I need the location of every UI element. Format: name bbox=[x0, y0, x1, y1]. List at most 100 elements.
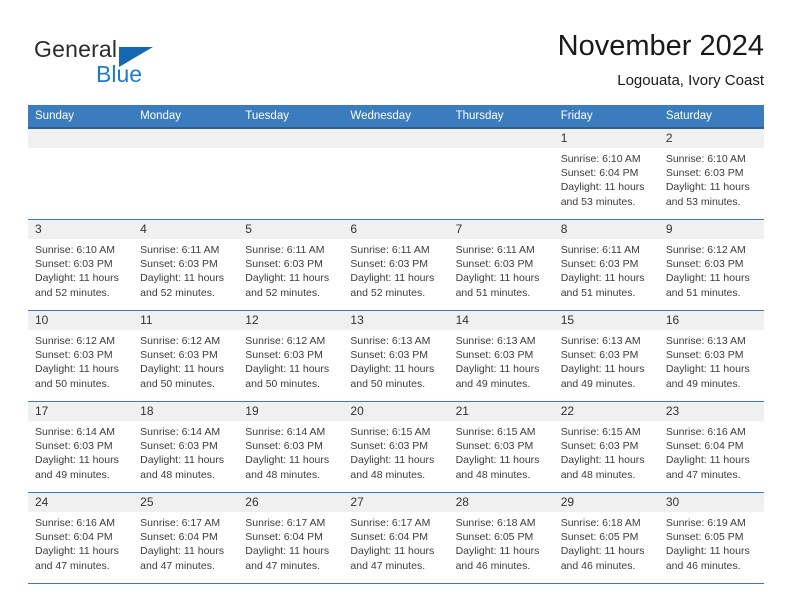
day-details: Sunrise: 6:18 AM Sunset: 6:05 PM Daylight:… bbox=[554, 512, 659, 573]
sunrise-text: Sunrise: 6:11 AM bbox=[245, 244, 325, 256]
calendar-day-cell[interactable]: 30 Sunrise: 6:19 AM Sunset: 6:05 PM Dayligh… bbox=[658, 492, 764, 584]
calendar-day-cell[interactable]: 13 Sunrise: 6:13 AM Sunset: 6:03 PM Dayligh… bbox=[343, 310, 449, 402]
daylight-text: Daylight: 11 hours and 47 minutes. bbox=[665, 454, 750, 481]
day-number: 17 bbox=[28, 402, 134, 421]
daylight-text: Daylight: 11 hours and 50 minutes. bbox=[245, 363, 330, 390]
calendar-day-cell[interactable]: 1 Sunrise: 6:10 AM Sunset: 6:04 PM Daylight… bbox=[553, 128, 659, 220]
day-number: 27 bbox=[343, 493, 449, 512]
calendar-week-row: 24 Sunrise: 6:16 AM Sunset: 6:04 PM Dayligh… bbox=[28, 492, 764, 584]
calendar-day-cell[interactable]: 19 Sunrise: 6:14 AM Sunset: 6:03 PM Dayligh… bbox=[238, 401, 344, 493]
calendar-day: 13 Sunrise: 6:13 AM Sunset: 6:03 PM Dayligh… bbox=[343, 311, 449, 401]
sunset-text: Sunset: 6:03 PM bbox=[455, 258, 534, 271]
day-details: Sunrise: 6:10 AM Sunset: 6:04 PM Daylight:… bbox=[554, 148, 659, 209]
calendar-week-row: 3 Sunrise: 6:10 AM Sunset: 6:03 PM Daylight… bbox=[28, 219, 764, 311]
calendar-day-cell[interactable]: 8 Sunrise: 6:11 AM Sunset: 6:03 PM Daylight… bbox=[553, 219, 659, 311]
daylight-text: Daylight: 11 hours and 53 minutes. bbox=[665, 181, 750, 208]
calendar-day-cell[interactable]: 2 Sunrise: 6:10 AM Sunset: 6:03 PM Daylight… bbox=[658, 128, 764, 220]
day-number: 15 bbox=[553, 311, 659, 330]
sunrise-text: Sunrise: 6:13 AM bbox=[350, 335, 431, 347]
calendar-day-cell[interactable]: 15 Sunrise: 6:13 AM Sunset: 6:03 PM Dayligh… bbox=[553, 310, 659, 402]
weekday-header-thursday: Thursday bbox=[448, 105, 554, 129]
calendar-day: 6 Sunrise: 6:11 AM Sunset: 6:03 PM Daylight… bbox=[343, 220, 449, 310]
daylight-text: Daylight: 11 hours and 51 minutes. bbox=[665, 272, 750, 299]
calendar-day-cell[interactable]: 27 Sunrise: 6:17 AM Sunset: 6:04 PM Dayligh… bbox=[343, 492, 449, 584]
calendar-day: 22 Sunrise: 6:15 AM Sunset: 6:03 PM Dayligh… bbox=[553, 402, 659, 492]
calendar-day-cell[interactable] bbox=[133, 128, 239, 220]
sunrise-text: Sunrise: 6:12 AM bbox=[245, 335, 326, 347]
calendar-day-cell[interactable]: 26 Sunrise: 6:17 AM Sunset: 6:04 PM Dayligh… bbox=[238, 492, 344, 584]
daylight-text: Daylight: 11 hours and 47 minutes. bbox=[35, 545, 119, 572]
day-number: 1 bbox=[553, 129, 659, 148]
calendar-day-cell[interactable] bbox=[448, 128, 554, 220]
calendar-day-cell[interactable]: 29 Sunrise: 6:18 AM Sunset: 6:05 PM Dayligh… bbox=[553, 492, 659, 584]
day-number: 29 bbox=[553, 493, 659, 512]
sunrise-text: Sunrise: 6:13 AM bbox=[455, 335, 536, 347]
calendar-day-cell[interactable]: 22 Sunrise: 6:15 AM Sunset: 6:03 PM Dayligh… bbox=[553, 401, 659, 493]
day-details: Sunrise: 6:15 AM Sunset: 6:03 PM Daylight:… bbox=[449, 421, 554, 482]
day-details: Sunrise: 6:13 AM Sunset: 6:03 PM Daylight:… bbox=[554, 330, 659, 391]
day-number bbox=[448, 129, 554, 148]
day-number: 24 bbox=[28, 493, 134, 512]
calendar-day-cell[interactable]: 20 Sunrise: 6:15 AM Sunset: 6:03 PM Dayligh… bbox=[343, 401, 449, 493]
day-details: Sunrise: 6:17 AM Sunset: 6:04 PM Daylight:… bbox=[343, 512, 448, 573]
calendar-day-cell[interactable]: 3 Sunrise: 6:10 AM Sunset: 6:03 PM Daylight… bbox=[28, 219, 134, 311]
calendar-day-cell[interactable]: 18 Sunrise: 6:14 AM Sunset: 6:03 PM Dayligh… bbox=[133, 401, 239, 493]
calendar-grid: Sunday Monday Tuesday Wednesday Thursday… bbox=[28, 105, 764, 584]
calendar-day-cell[interactable]: 9 Sunrise: 6:12 AM Sunset: 6:03 PM Daylight… bbox=[658, 219, 764, 311]
sunset-text: Sunset: 6:03 PM bbox=[455, 440, 534, 453]
day-details: Sunrise: 6:12 AM Sunset: 6:03 PM Daylight:… bbox=[238, 330, 343, 391]
day-details: Sunrise: 6:10 AM Sunset: 6:03 PM Daylight:… bbox=[28, 239, 133, 300]
day-number: 7 bbox=[448, 220, 554, 239]
day-details: Sunrise: 6:14 AM Sunset: 6:03 PM Daylight:… bbox=[238, 421, 343, 482]
calendar-day-cell[interactable]: 10 Sunrise: 6:12 AM Sunset: 6:03 PM Dayligh… bbox=[28, 310, 134, 402]
calendar-day-cell[interactable]: 5 Sunrise: 6:11 AM Sunset: 6:03 PM Daylight… bbox=[238, 219, 344, 311]
sunset-text: Sunset: 6:03 PM bbox=[140, 440, 218, 453]
sunset-text: Sunset: 6:03 PM bbox=[35, 440, 113, 453]
calendar-day-cell[interactable]: 23 Sunrise: 6:16 AM Sunset: 6:04 PM Dayligh… bbox=[658, 401, 764, 493]
calendar-day-cell[interactable]: 28 Sunrise: 6:18 AM Sunset: 6:05 PM Dayligh… bbox=[448, 492, 554, 584]
calendar-day-cell[interactable]: 21 Sunrise: 6:15 AM Sunset: 6:03 PM Dayligh… bbox=[448, 401, 554, 493]
day-number: 28 bbox=[448, 493, 554, 512]
calendar-day-cell[interactable]: 14 Sunrise: 6:13 AM Sunset: 6:03 PM Dayligh… bbox=[448, 310, 554, 402]
day-details: Sunrise: 6:11 AM Sunset: 6:03 PM Daylight:… bbox=[554, 239, 659, 300]
sunrise-text: Sunrise: 6:12 AM bbox=[35, 335, 115, 347]
calendar-day-cell[interactable]: 25 Sunrise: 6:17 AM Sunset: 6:04 PM Dayligh… bbox=[133, 492, 239, 584]
daylight-text: Daylight: 11 hours and 52 minutes. bbox=[140, 272, 224, 299]
day-details: Sunrise: 6:15 AM Sunset: 6:03 PM Daylight:… bbox=[554, 421, 659, 482]
calendar-day-cell[interactable]: 11 Sunrise: 6:12 AM Sunset: 6:03 PM Dayligh… bbox=[133, 310, 239, 402]
sunrise-text: Sunrise: 6:19 AM bbox=[665, 517, 746, 529]
weekday-header-sunday: Sunday bbox=[28, 105, 134, 129]
calendar-day: 24 Sunrise: 6:16 AM Sunset: 6:04 PM Dayligh… bbox=[28, 493, 134, 583]
daylight-text: Daylight: 11 hours and 50 minutes. bbox=[35, 363, 119, 390]
sunset-text: Sunset: 6:03 PM bbox=[560, 349, 639, 362]
calendar-day-cell[interactable]: 12 Sunrise: 6:12 AM Sunset: 6:03 PM Dayligh… bbox=[238, 310, 344, 402]
calendar-day-cell[interactable] bbox=[238, 128, 344, 220]
sunrise-text: Sunrise: 6:10 AM bbox=[665, 153, 746, 165]
calendar-day: 14 Sunrise: 6:13 AM Sunset: 6:03 PM Dayligh… bbox=[448, 311, 554, 401]
sunset-text: Sunset: 6:03 PM bbox=[665, 258, 744, 271]
calendar-day-cell[interactable]: 16 Sunrise: 6:13 AM Sunset: 6:03 PM Dayligh… bbox=[658, 310, 764, 402]
day-number: 6 bbox=[343, 220, 449, 239]
day-details: Sunrise: 6:12 AM Sunset: 6:03 PM Daylight:… bbox=[28, 330, 133, 391]
calendar-day-cell[interactable]: 17 Sunrise: 6:14 AM Sunset: 6:03 PM Dayligh… bbox=[28, 401, 134, 493]
calendar-day: 8 Sunrise: 6:11 AM Sunset: 6:03 PM Daylight… bbox=[553, 220, 659, 310]
sunrise-text: Sunrise: 6:10 AM bbox=[560, 153, 641, 165]
calendar-day: 3 Sunrise: 6:10 AM Sunset: 6:03 PM Daylight… bbox=[28, 220, 134, 310]
day-number: 5 bbox=[238, 220, 344, 239]
sunset-text: Sunset: 6:04 PM bbox=[560, 167, 639, 180]
calendar-day-cell[interactable]: 7 Sunrise: 6:11 AM Sunset: 6:03 PM Daylight… bbox=[448, 219, 554, 311]
daylight-text: Daylight: 11 hours and 46 minutes. bbox=[665, 545, 750, 572]
calendar-day-cell[interactable]: 4 Sunrise: 6:11 AM Sunset: 6:03 PM Daylight… bbox=[133, 219, 239, 311]
calendar-day-cell[interactable] bbox=[343, 128, 449, 220]
weekday-header-friday: Friday bbox=[553, 105, 659, 129]
brand-logo[interactable]: General Blue bbox=[34, 36, 214, 92]
sunrise-text: Sunrise: 6:14 AM bbox=[245, 426, 326, 438]
sunrise-text: Sunrise: 6:11 AM bbox=[350, 244, 430, 256]
daylight-text: Daylight: 11 hours and 48 minutes. bbox=[245, 454, 330, 481]
calendar-day: 15 Sunrise: 6:13 AM Sunset: 6:03 PM Dayligh… bbox=[553, 311, 659, 401]
sunrise-text: Sunrise: 6:11 AM bbox=[140, 244, 220, 256]
calendar-day-cell[interactable]: 6 Sunrise: 6:11 AM Sunset: 6:03 PM Daylight… bbox=[343, 219, 449, 311]
brand-name-blue: Blue bbox=[96, 61, 143, 87]
calendar-day-cell[interactable]: 24 Sunrise: 6:16 AM Sunset: 6:04 PM Dayligh… bbox=[28, 492, 134, 584]
calendar-day-cell[interactable] bbox=[28, 128, 134, 220]
